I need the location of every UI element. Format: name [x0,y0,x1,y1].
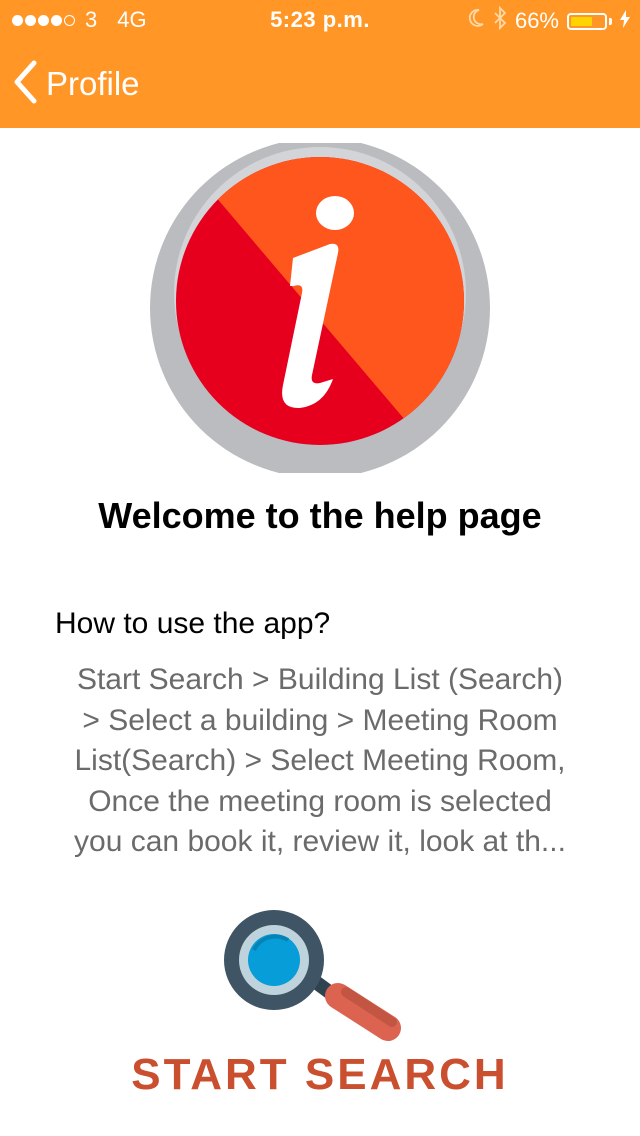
description-line: List(Search) > Select Meeting Room, [74,744,566,777]
description-line: you can book it, review it, look at th..… [74,825,566,858]
info-icon [150,138,490,478]
status-bar: 3 4G 5:23 p.m. 66% [0,0,640,40]
description-line: > Select a building > Meeting Room [82,703,558,737]
battery-icon [567,12,612,30]
back-label: Profile [46,65,140,102]
battery-percent: 66% [514,8,559,33]
chevron-left-icon [12,60,38,109]
bolt-icon [620,8,630,34]
bluetooth-icon [493,5,507,36]
description-line: Once the meeting room is selected [88,784,552,818]
moon-icon [467,8,485,34]
description-line: Start Search > Building List (Search) [76,663,564,696]
howto-heading: How to use the app? [55,607,331,640]
description: Start Search > Building List (Search) > … [20,660,620,863]
battery-fill [571,16,593,26]
page-title: Welcome to the help page [98,495,542,536]
back-button[interactable]: Profile [12,58,140,110]
start-search-button[interactable]: START SEARCH [0,1050,640,1100]
header: 3 4G 5:23 p.m. 66% Profile [0,0,640,128]
magnifier-icon[interactable] [222,910,408,1042]
status-right: 66% [467,5,630,36]
